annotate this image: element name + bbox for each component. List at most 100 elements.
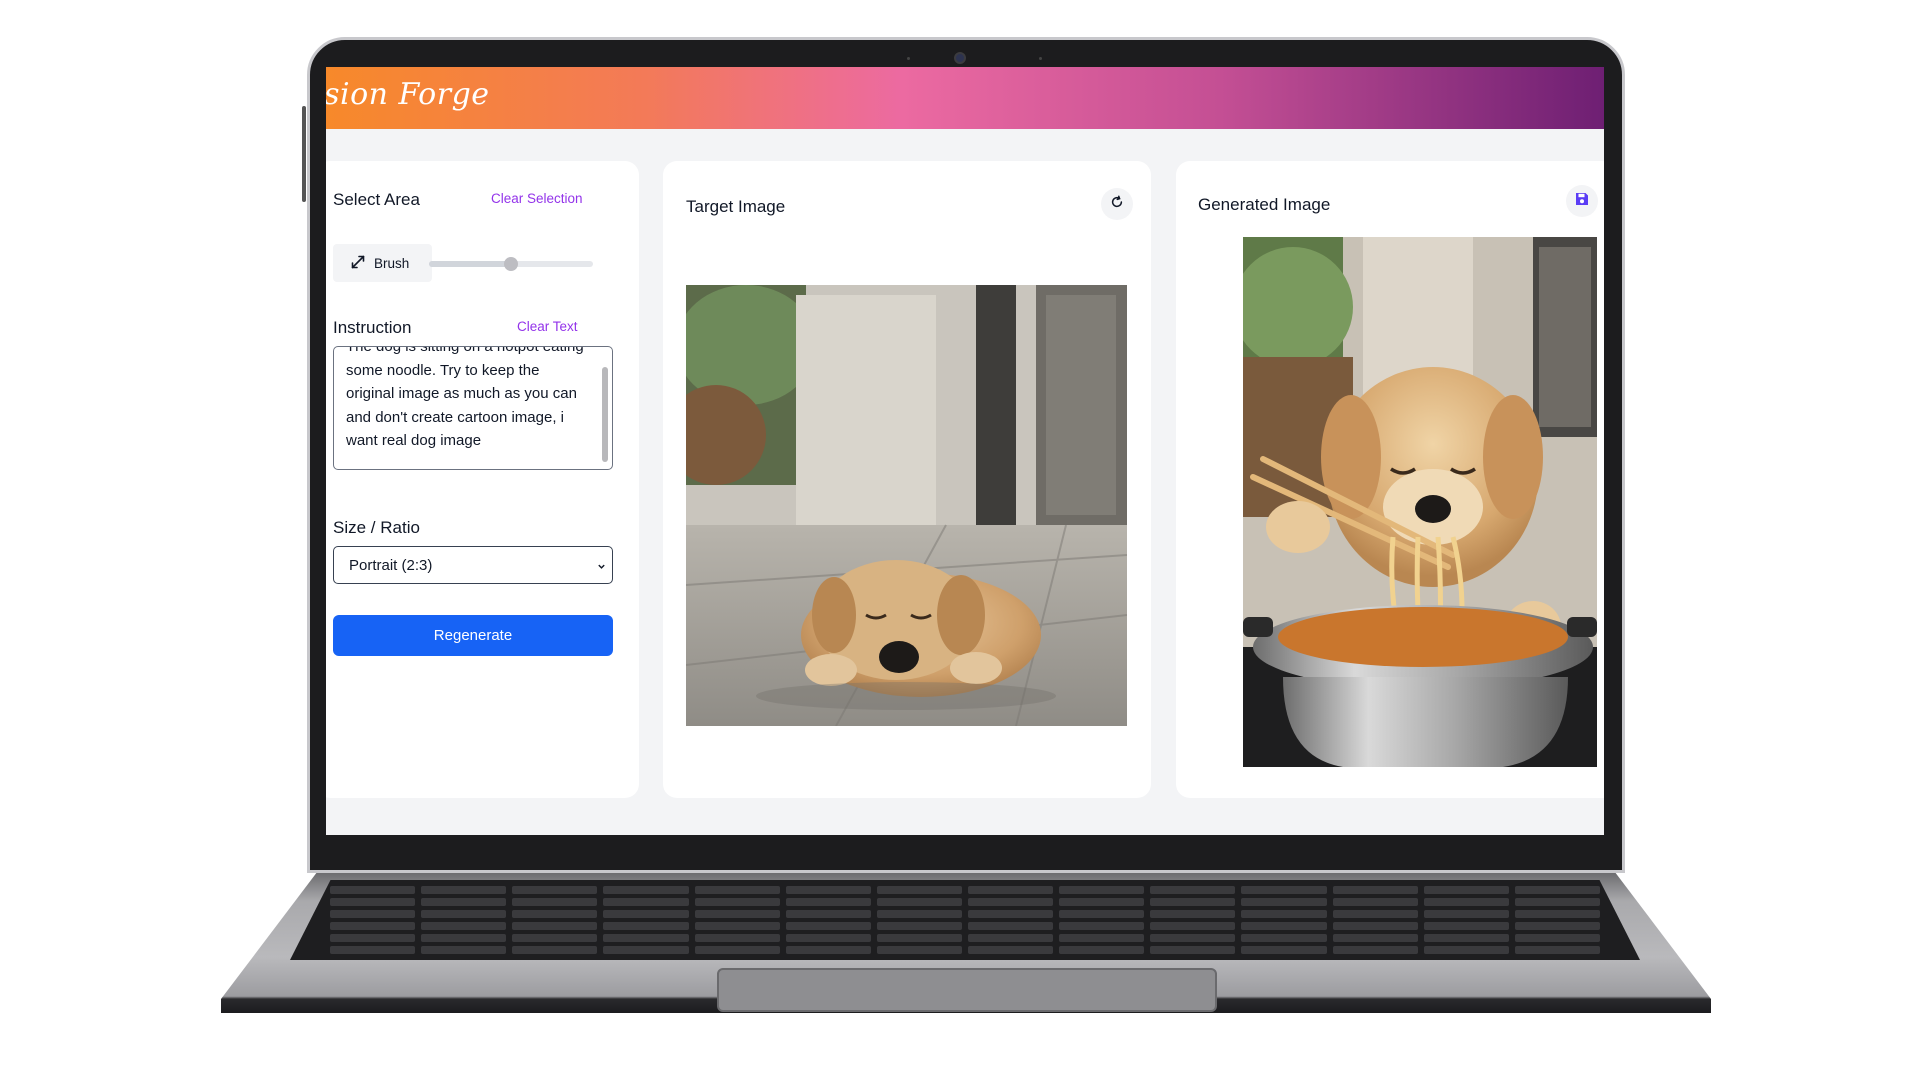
generated-image[interactable] — [1243, 237, 1597, 767]
keyboard-row — [330, 886, 1600, 894]
keyboard-key — [1059, 922, 1145, 930]
laptop-screen: ision Forge Select Area Clear Selection … — [326, 67, 1604, 835]
keyboard-key — [1514, 910, 1600, 918]
keyboard-key — [1059, 934, 1145, 942]
keyboard-key — [1514, 934, 1600, 942]
keyboard-key — [512, 898, 598, 906]
keyboard-key — [876, 910, 962, 918]
keyboard-key — [1150, 946, 1236, 954]
webcam — [954, 52, 966, 64]
keyboard-key — [876, 898, 962, 906]
keyboard-key — [603, 946, 689, 954]
keyboard-key — [1059, 898, 1145, 906]
keyboard-key — [1241, 910, 1327, 918]
brush-button[interactable]: Brush — [333, 244, 432, 282]
keyboard-key — [967, 934, 1054, 942]
keyboard-key — [1150, 922, 1236, 930]
keyboard-key — [603, 898, 689, 906]
refresh-button[interactable] — [1101, 188, 1133, 220]
keyboard-key — [512, 934, 598, 942]
generated-image-title: Generated Image — [1198, 195, 1331, 214]
keyboard-row — [330, 934, 1600, 942]
slider-fill — [429, 261, 511, 267]
keyboard-key — [1332, 886, 1418, 894]
target-image-panel: Target Image — [663, 161, 1151, 798]
keyboard-key — [1150, 898, 1236, 906]
save-icon — [1574, 191, 1590, 212]
keyboard-key — [1423, 946, 1509, 954]
keyboard-row — [330, 946, 1600, 954]
keyboard-key — [876, 922, 962, 930]
keyboard-key — [1423, 934, 1509, 942]
keyboard-key — [1241, 898, 1327, 906]
keyboard-key — [421, 946, 507, 954]
keyboard-key — [967, 886, 1054, 894]
keyboard-key — [603, 934, 689, 942]
brush-label: Brush — [374, 255, 410, 271]
keyboard-key — [876, 886, 962, 894]
keyboard-key — [512, 910, 598, 918]
keyboard-key — [1514, 886, 1600, 894]
keyboard-key — [330, 946, 416, 954]
target-image[interactable] — [686, 285, 1127, 726]
keyboard-key — [1150, 886, 1236, 894]
keyboard-key — [1059, 910, 1145, 918]
keyboard-key — [694, 946, 780, 954]
keyboard-key — [1332, 898, 1418, 906]
keyboard-key — [785, 946, 871, 954]
keyboard-key — [330, 922, 416, 930]
keyboard-key — [512, 886, 598, 894]
keyboard-key — [603, 886, 689, 894]
brand-logo[interactable]: ision Forge — [326, 77, 490, 112]
save-button[interactable] — [1566, 185, 1598, 217]
keyboard-key — [694, 934, 780, 942]
size-ratio-select[interactable]: Portrait (2:3) — [333, 546, 613, 584]
keyboard-key — [1150, 910, 1236, 918]
keyboard-row — [330, 910, 1600, 918]
keyboard-key — [512, 922, 598, 930]
keyboard-key — [876, 946, 962, 954]
size-ratio-value: Portrait (2:3) — [349, 556, 433, 574]
webcam-sensor — [1039, 57, 1042, 60]
laptop-trackpad — [717, 968, 1217, 1012]
keyboard-key — [694, 922, 780, 930]
keyboard-key — [1423, 898, 1509, 906]
keyboard-key — [1423, 886, 1509, 894]
regenerate-button[interactable]: Regenerate — [333, 615, 613, 656]
keyboard-key — [967, 898, 1054, 906]
keyboard-key — [421, 898, 507, 906]
keyboard-row — [330, 898, 1600, 906]
keyboard-key — [421, 922, 507, 930]
brush-size-slider[interactable] — [429, 257, 593, 271]
keyboard-key — [785, 922, 871, 930]
keyboard-key — [694, 898, 780, 906]
webcam-sensor — [907, 57, 910, 60]
keyboard-key — [1332, 922, 1418, 930]
keyboard-key — [785, 910, 871, 918]
refresh-icon — [1110, 195, 1124, 214]
keyboard-key — [1241, 934, 1327, 942]
chevron-down-icon — [597, 558, 606, 569]
slider-thumb[interactable] — [504, 257, 518, 271]
keyboard-key — [694, 886, 780, 894]
keyboard-key — [1150, 934, 1236, 942]
clear-text-button[interactable]: Clear Text — [517, 319, 578, 334]
keyboard-key — [1059, 946, 1145, 954]
keyboard-key — [1241, 946, 1327, 954]
instruction-text: The dog is sitting on a hotpot eating so… — [346, 346, 584, 449]
keyboard-key — [421, 910, 507, 918]
target-image-title: Target Image — [686, 197, 786, 216]
keyboard-key — [330, 898, 416, 906]
textarea-scrollbar[interactable] — [602, 367, 608, 462]
keyboard-key — [1514, 922, 1600, 930]
keyboard-key — [1241, 886, 1327, 894]
size-ratio-title: Size / Ratio — [333, 518, 420, 537]
app-header: ision Forge — [326, 67, 1604, 129]
keyboard-key — [1332, 910, 1418, 918]
instruction-title: Instruction — [333, 318, 412, 337]
resize-arrows-icon — [350, 254, 366, 273]
keyboard-key — [785, 934, 871, 942]
clear-selection-button[interactable]: Clear Selection — [491, 191, 583, 206]
keyboard-key — [967, 922, 1054, 930]
instruction-textarea[interactable]: The dog is sitting on a hotpot eating so… — [333, 346, 613, 470]
